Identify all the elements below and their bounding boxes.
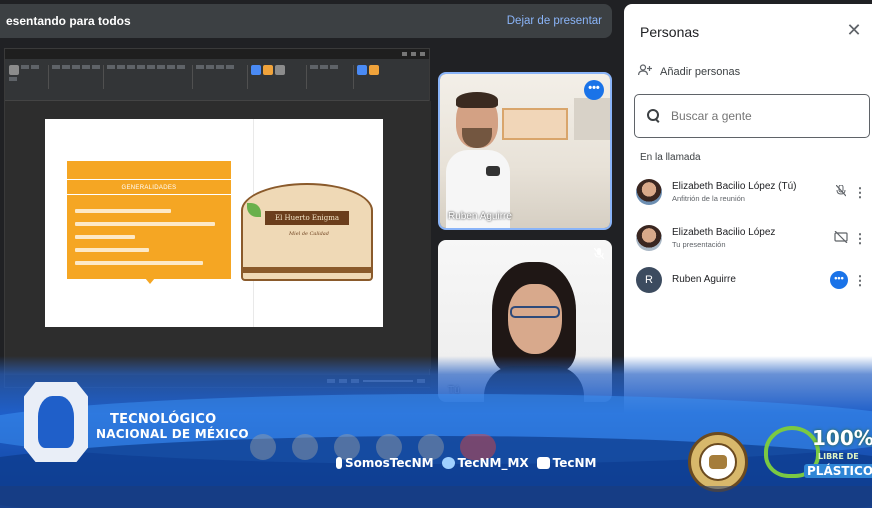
facebook-handle: SomosTecNM xyxy=(336,456,434,470)
more-options-icon[interactable]: ⋮ xyxy=(852,232,868,245)
ribbon-group-paragraph xyxy=(196,65,248,89)
presenting-bar: esentando para todos Dejar de presentar xyxy=(0,4,612,38)
search-people-box[interactable] xyxy=(634,94,870,138)
shared-screen: GENERALIDADES El Huerto Enigma Miel de C… xyxy=(4,48,431,388)
youtube-icon xyxy=(536,457,550,469)
twitter-handle: TecNM_MX xyxy=(441,456,529,470)
mic-off-icon xyxy=(593,247,605,263)
ppt-ribbon-groups xyxy=(5,63,429,91)
badge-plastico: PLÁSTICO xyxy=(804,464,872,478)
badge-libre: LIBRE DE xyxy=(818,452,859,461)
background-panel xyxy=(574,98,610,140)
youtube-handle: TecNM xyxy=(536,456,596,470)
meet-window: esentando para todos Dejar de presentar xyxy=(0,0,872,508)
slide-canvas: GENERALIDADES El Huerto Enigma Miel de C… xyxy=(5,101,431,369)
control-button[interactable] xyxy=(250,434,276,460)
honey-label-subtitle: Miel de Calidad xyxy=(288,231,329,237)
more-options-icon[interactable]: ⋮ xyxy=(852,186,868,199)
more-options-icon[interactable]: ••• xyxy=(584,80,604,100)
tile-name-ruben: Ruben Aguirre xyxy=(448,211,512,222)
avatar: R xyxy=(636,267,662,293)
participant-name: Elizabeth Bacilio López xyxy=(672,226,776,238)
badge-percent: 100% xyxy=(812,426,872,450)
institution-seal xyxy=(688,432,748,492)
ppt-ribbon xyxy=(5,59,429,101)
ppt-titlebar xyxy=(5,49,429,59)
add-people-label: Añadir personas xyxy=(660,65,741,78)
close-icon[interactable]: ✕ xyxy=(844,20,864,40)
avatar xyxy=(636,225,662,251)
presenting-title: esentando para todos xyxy=(6,14,131,28)
in-call-section-label: En la llamada xyxy=(640,152,701,163)
ribbon-group-font xyxy=(107,65,193,89)
people-panel-title: Personas xyxy=(640,24,700,40)
ribbon-group-voice xyxy=(357,65,397,89)
window-controls xyxy=(402,52,425,56)
orange-card-pointer xyxy=(145,278,155,284)
ribbon-group-editing xyxy=(310,65,354,89)
tecnm-logo xyxy=(24,382,88,462)
mic-off-icon[interactable] xyxy=(830,184,852,200)
ribbon-group-drawing xyxy=(251,65,307,89)
participant-name: Ruben Aguirre xyxy=(672,274,736,285)
search-icon xyxy=(647,109,661,123)
more-icon[interactable]: ••• xyxy=(830,271,852,289)
facebook-icon xyxy=(336,457,342,469)
participant-row[interactable]: R Ruben Aguirre ••• ⋮ xyxy=(636,260,868,300)
participant-video-ruben xyxy=(446,92,510,228)
add-people-button[interactable]: Añadir personas xyxy=(638,64,740,79)
tecnm-line1: TECNOLÓGICO xyxy=(110,412,217,427)
leaf-icon xyxy=(247,203,261,217)
avatar xyxy=(636,179,662,205)
taskbar xyxy=(0,486,872,508)
tecnm-wordmark: TECNOLÓGICO NACIONAL DE MÉXICO xyxy=(96,412,249,441)
search-input[interactable] xyxy=(671,109,851,123)
honey-label-image: El Huerto Enigma Miel de Calidad xyxy=(241,183,373,281)
honey-label-brand: El Huerto Enigma xyxy=(265,211,349,225)
slide: GENERALIDADES El Huerto Enigma Miel de C… xyxy=(45,119,383,327)
orange-card-bullets xyxy=(75,209,225,274)
participant-role: Tu presentación xyxy=(672,239,726,249)
orange-content-card: GENERALIDADES xyxy=(67,161,231,279)
participant-name: Elizabeth Bacilio López (Tú) xyxy=(672,180,797,192)
orange-card-header: GENERALIDADES xyxy=(67,179,231,195)
participant-role: Anfitrión de la reunión xyxy=(672,193,745,203)
ribbon-group-clipboard xyxy=(9,65,49,89)
twitter-icon xyxy=(441,457,455,469)
background-screen xyxy=(502,108,568,140)
ribbon-group-slides xyxy=(52,65,104,89)
control-button[interactable] xyxy=(292,434,318,460)
participant-row[interactable]: Elizabeth Bacilio López (Tú) Anfitrión d… xyxy=(636,172,868,212)
participant-tile-ruben[interactable]: ••• Ruben Aguirre xyxy=(438,72,612,230)
stop-presenting-button[interactable]: Dejar de presentar xyxy=(507,15,602,27)
tecnm-line2: NACIONAL DE MÉXICO xyxy=(96,427,249,441)
more-options-icon[interactable]: ⋮ xyxy=(852,274,868,287)
presentation-off-icon[interactable] xyxy=(830,230,852,246)
honey-label-band xyxy=(243,267,371,273)
orange-card-title: GENERALIDADES xyxy=(121,185,177,191)
social-handles: SomosTecNM TecNM_MX TecNM xyxy=(336,456,596,470)
add-person-icon xyxy=(638,64,652,79)
participant-row[interactable]: Elizabeth Bacilio López Tu presentación … xyxy=(636,218,868,258)
